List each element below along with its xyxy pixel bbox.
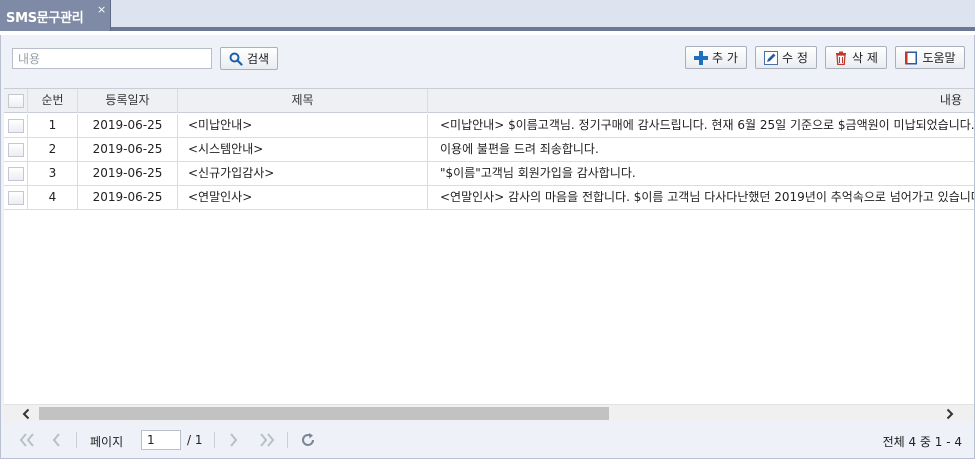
total-pages: / 1 <box>187 433 203 447</box>
row-select-cell <box>4 138 28 162</box>
row-title: <시스템안내> <box>178 138 428 162</box>
row-date: 2019-06-25 <box>78 114 178 138</box>
scroll-right-icon[interactable] <box>940 405 960 422</box>
scroll-left-icon[interactable] <box>16 405 36 422</box>
help-button-label: 도움말 <box>922 51 956 65</box>
column-header-title[interactable]: 제목 <box>178 89 428 113</box>
search-input[interactable] <box>12 48 212 69</box>
select-all-cell <box>4 89 28 113</box>
tab-sms-template[interactable]: SMS문구관리 × <box>0 0 111 31</box>
close-icon[interactable]: × <box>97 3 106 16</box>
delete-button-label: 삭 제 <box>852 51 878 65</box>
sms-template-grid: 순번 등록일자 제목 내용 1 2019-06-25 <미납안내> <미납안내>… <box>4 88 974 421</box>
pencil-icon <box>764 50 779 65</box>
row-content: 이용에 불편을 드려 죄송합니다. <box>440 142 599 156</box>
search-button[interactable]: 검색 <box>220 47 278 70</box>
row-date: 2019-06-25 <box>78 138 178 162</box>
table-row[interactable]: 3 2019-06-25 <신규가입감사> "$이름"고객님 회원가입을 감사합… <box>4 162 974 186</box>
magnifier-icon <box>229 52 243 66</box>
row-no: 2 <box>28 138 78 162</box>
plus-icon <box>694 50 709 65</box>
row-date: 2019-06-25 <box>78 186 178 210</box>
pager-divider <box>76 432 77 448</box>
table-row[interactable]: 2 2019-06-25 <시스템안내> 이용에 불편을 드려 죄송합니다. <box>4 138 974 162</box>
row-select-cell <box>4 186 28 210</box>
first-page-icon[interactable] <box>16 430 38 450</box>
row-no: 4 <box>28 186 78 210</box>
row-date: 2019-06-25 <box>78 162 178 186</box>
table-row[interactable]: 1 2019-06-25 <미납안내> <미납안내> $이름고객님. 정기구매에… <box>4 114 974 138</box>
pager-divider <box>287 432 288 448</box>
row-content: <연말인사> 감사의 마음을 전합니다. $이름 고객님 다사다난했던 2019… <box>440 190 974 204</box>
select-all-checkbox[interactable] <box>8 94 24 108</box>
row-checkbox[interactable] <box>8 143 24 157</box>
row-select-cell <box>4 114 28 138</box>
row-content: "$이름"고객님 회원가입을 감사합니다. <box>440 166 636 180</box>
edit-button[interactable]: 수 정 <box>755 46 817 69</box>
grid-header-row: 순번 등록일자 제목 내용 <box>4 89 974 113</box>
record-summary: 전체 4 중 1 - 4 <box>882 435 962 449</box>
row-no: 3 <box>28 162 78 186</box>
refresh-icon[interactable] <box>297 430 319 450</box>
row-select-cell <box>4 162 28 186</box>
column-header-content[interactable]: 내용 <box>428 89 974 113</box>
trash-icon <box>836 51 847 65</box>
help-button[interactable]: 도움말 <box>895 46 965 69</box>
tab-label: SMS문구관리 <box>6 11 84 26</box>
row-content: <미납안내> $이름고객님. 정기구매에 감사드립니다. 현재 6월 25일 기… <box>440 118 974 132</box>
row-no: 1 <box>28 114 78 138</box>
page-label: 페이지 <box>90 435 124 449</box>
tab-bar: SMS문구관리 × <box>0 0 975 31</box>
scrollbar-thumb[interactable] <box>39 407 609 420</box>
prev-page-icon[interactable] <box>48 430 64 450</box>
row-checkbox[interactable] <box>8 167 24 181</box>
table-row[interactable]: 4 2019-06-25 <연말인사> <연말인사> 감사의 마음을 전합니다.… <box>4 186 974 210</box>
book-icon <box>905 51 918 64</box>
search-button-label: 검색 <box>246 52 270 66</box>
row-title: <신규가입감사> <box>178 162 428 186</box>
column-header-date[interactable]: 등록일자 <box>78 89 178 113</box>
pagination-bar: 페이지 / 1 전체 4 중 1 - 4 <box>4 421 974 458</box>
row-checkbox[interactable] <box>8 119 24 133</box>
add-button[interactable]: 추 가 <box>685 46 747 69</box>
next-page-icon[interactable] <box>226 430 242 450</box>
edit-button-label: 수 정 <box>782 51 808 65</box>
row-title: <연말인사> <box>178 186 428 210</box>
row-checkbox[interactable] <box>8 191 24 205</box>
column-header-no[interactable]: 순번 <box>28 89 78 113</box>
delete-button[interactable]: 삭 제 <box>825 46 887 69</box>
horizontal-scrollbar[interactable] <box>4 404 974 421</box>
last-page-icon[interactable] <box>256 430 278 450</box>
add-button-label: 추 가 <box>712 51 738 65</box>
main-panel: 검색 추 가 수 정 삭 제 도움말 <box>0 35 975 459</box>
pager-divider <box>214 432 215 448</box>
row-title: <미납안내> <box>178 114 428 138</box>
page-number-input[interactable] <box>141 430 181 450</box>
